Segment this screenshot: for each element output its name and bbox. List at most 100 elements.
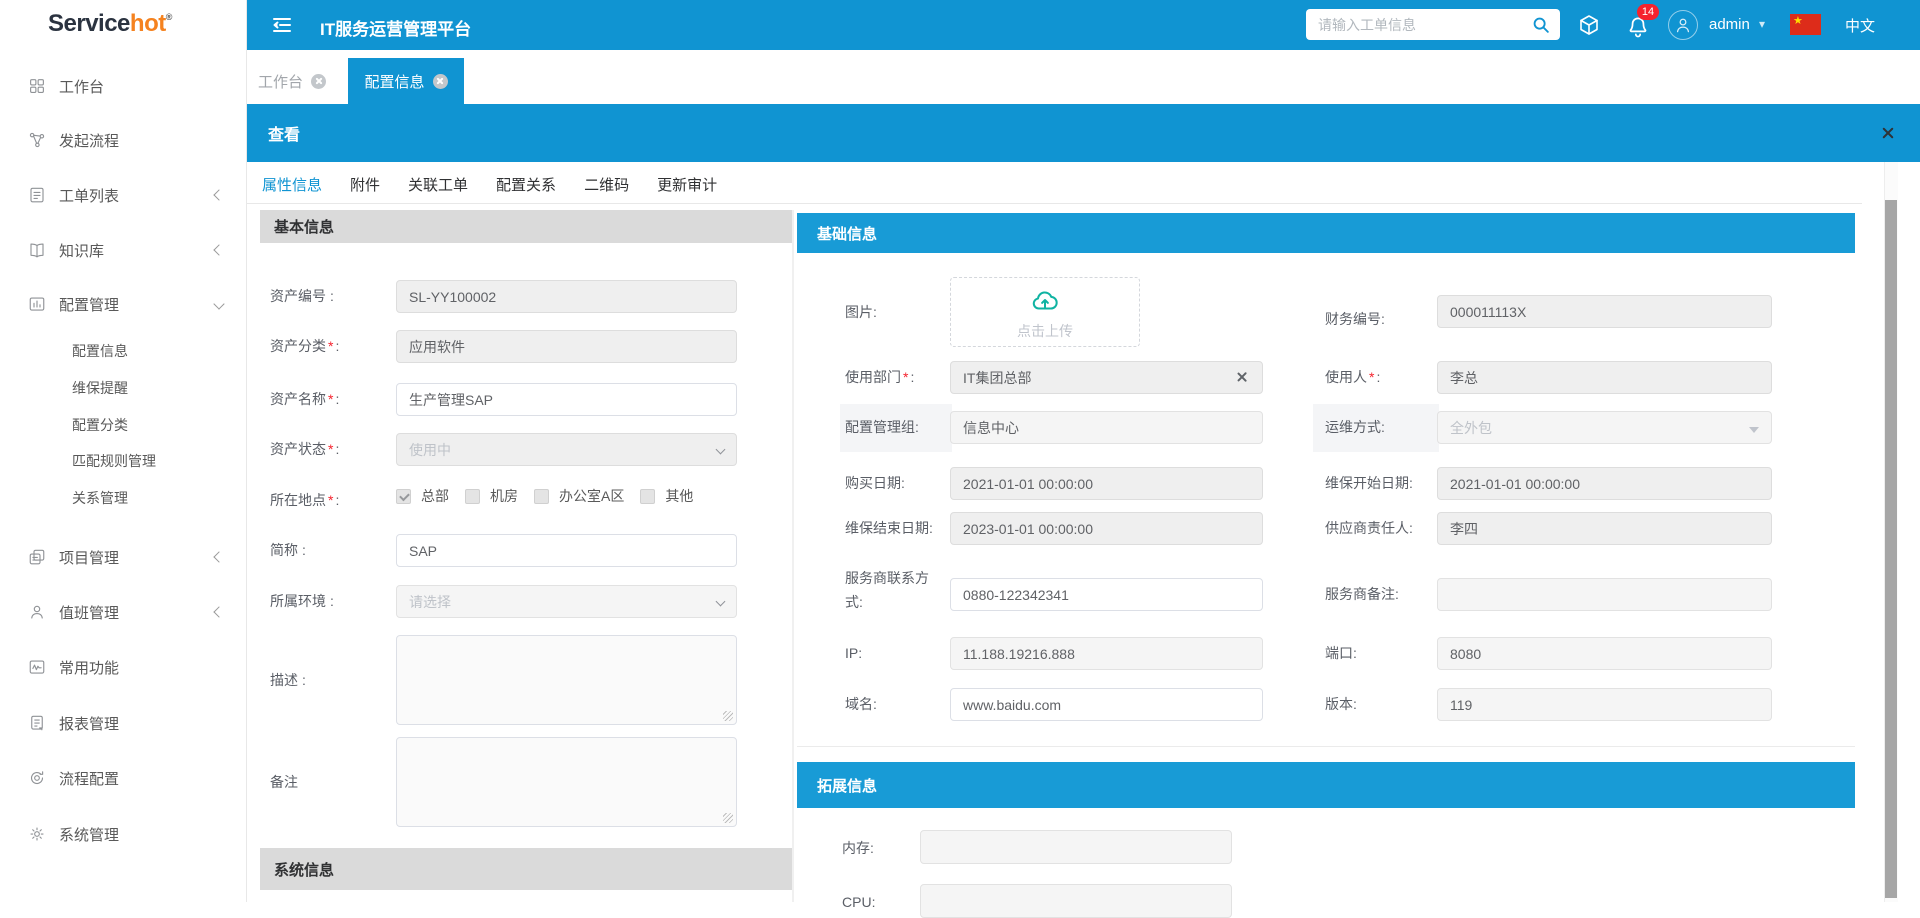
chevron-left-icon (213, 189, 224, 200)
environment-select[interactable]: 请选择 (396, 585, 737, 618)
close-tab-icon[interactable] (311, 74, 326, 89)
provider-contact-input[interactable] (950, 578, 1263, 611)
section-extended-info: 拓展信息 (797, 762, 1855, 808)
language-switch[interactable]: 中文 (1845, 15, 1875, 36)
sidebar-item-start-process[interactable]: 发起流程 (0, 128, 247, 152)
provider-remark-label: 服务商备注: (1325, 582, 1399, 606)
sidebar-item-duty-management[interactable]: 值班管理 (0, 600, 247, 624)
supplier-owner-input[interactable] (1437, 512, 1772, 545)
tab-qrcode[interactable]: 二维码 (584, 174, 629, 195)
sidebar-subitem-relation-management[interactable]: 关系管理 (72, 488, 128, 508)
asset-category-input[interactable] (396, 330, 737, 363)
ip-input[interactable] (950, 637, 1263, 670)
asset-code-label: 资产编号: (270, 284, 334, 308)
report-icon (28, 714, 46, 732)
username[interactable]: admin (1709, 16, 1750, 33)
maintenance-start-date-input[interactable] (1437, 467, 1772, 500)
tab-update-audit[interactable]: 更新审计 (657, 174, 717, 195)
asset-code-input[interactable] (396, 280, 737, 313)
sidebar-subitem-maintenance-reminder[interactable]: 维保提醒 (72, 378, 128, 398)
purchase-date-label: 购买日期: (845, 471, 905, 495)
finance-code-input[interactable] (1437, 295, 1772, 328)
checkbox-server-room[interactable] (465, 489, 480, 504)
scrollbar-thumb[interactable] (1885, 200, 1897, 898)
sidebar-item-common-functions[interactable]: 常用功能 (0, 655, 247, 679)
maintenance-end-date-label: 维保结束日期: (845, 516, 933, 540)
section-base-info: 基础信息 (797, 213, 1855, 253)
checkbox-hq[interactable] (396, 489, 411, 504)
notification-badge[interactable]: 14 (1637, 4, 1659, 20)
short-name-input[interactable] (396, 534, 737, 567)
version-label: 版本: (1325, 692, 1357, 716)
sidebar-item-label: 配置管理 (59, 294, 119, 315)
panel-gap (792, 210, 794, 902)
port-input[interactable] (1437, 637, 1772, 670)
menu-collapse-icon[interactable] (270, 13, 294, 40)
sidebar-item-config-management[interactable]: 配置管理 (0, 292, 247, 316)
divider (797, 746, 1855, 747)
sidebar-item-workbench[interactable]: 工作台 (0, 74, 247, 98)
clear-icon[interactable] (1237, 372, 1247, 382)
resize-handle[interactable] (723, 813, 733, 823)
environment-label: 所属环境: (270, 589, 334, 613)
user-label: 使用人*: (1325, 365, 1380, 389)
remark-textarea[interactable] (396, 737, 737, 827)
tab-attachment[interactable]: 附件 (350, 174, 380, 195)
logo[interactable]: Servicehot® (48, 10, 172, 42)
search-icon[interactable] (1530, 14, 1552, 36)
sidebar-item-project-management[interactable]: 项目管理 (0, 545, 247, 569)
ip-label: IP: (845, 641, 862, 665)
gear-cycle-icon (28, 769, 46, 787)
tab-workbench[interactable]: 工作台 (252, 58, 332, 104)
sidebar-item-label: 常用功能 (59, 657, 119, 678)
domain-input[interactable] (950, 688, 1263, 721)
purchase-date-input[interactable] (950, 467, 1263, 500)
sidebar-subitem-config-info[interactable]: 配置信息 (72, 341, 128, 361)
tab-related-ticket[interactable]: 关联工单 (408, 174, 468, 195)
finance-code-label: 财务编号: (1325, 307, 1385, 331)
document-list-icon (28, 186, 46, 204)
checkbox-other[interactable] (640, 489, 655, 504)
close-tab-icon[interactable] (433, 74, 448, 89)
maintenance-end-date-input[interactable] (950, 512, 1263, 545)
sidebar-item-system-management[interactable]: 系统管理 (0, 822, 247, 846)
book-icon (28, 241, 46, 259)
cpu-input[interactable] (920, 884, 1232, 918)
use-department-input[interactable]: IT集团总部 (950, 361, 1263, 394)
config-group-input[interactable] (950, 411, 1263, 444)
flag-icon: ★ (1790, 14, 1821, 35)
sidebar-item-ticket-list[interactable]: 工单列表 (0, 183, 247, 207)
sidebar-item-label: 发起流程 (59, 130, 119, 151)
tab-attribute-info[interactable]: 属性信息 (262, 174, 322, 195)
sidebar-item-label: 项目管理 (59, 547, 119, 568)
close-icon[interactable] (1880, 125, 1896, 141)
sidebar-item-report-management[interactable]: 报表管理 (0, 711, 247, 735)
ops-mode-label: 运维方式: (1325, 415, 1385, 439)
provider-remark-input[interactable] (1437, 578, 1772, 611)
version-input[interactable] (1437, 688, 1772, 721)
description-textarea[interactable] (396, 635, 737, 725)
user-input[interactable] (1437, 361, 1772, 394)
sidebar-item-knowledge-base[interactable]: 知识库 (0, 238, 247, 262)
tab-config-info[interactable]: 配置信息 (348, 58, 464, 104)
sidebar-subitem-config-category[interactable]: 配置分类 (72, 415, 128, 435)
resize-handle[interactable] (723, 711, 733, 721)
cube-apps-icon[interactable] (1577, 13, 1601, 40)
sidebar-item-process-config[interactable]: 流程配置 (0, 766, 247, 790)
logo-text-service: Service (48, 10, 130, 38)
sidebar-subitem-match-rule-management[interactable]: 匹配规则管理 (72, 451, 156, 471)
avatar[interactable] (1668, 10, 1698, 40)
tab-config-relation[interactable]: 配置关系 (496, 174, 556, 195)
image-upload-box[interactable]: 点击上传 (950, 277, 1140, 347)
ops-mode-select[interactable]: 全外包 (1437, 411, 1772, 444)
search-input[interactable] (1306, 17, 1530, 33)
memory-input[interactable] (920, 830, 1232, 864)
cloud-upload-icon (1030, 286, 1060, 316)
cpu-label: CPU: (842, 890, 875, 914)
sidebar-item-label: 系统管理 (59, 824, 119, 845)
asset-name-input[interactable] (396, 383, 737, 416)
sidebar-item-label: 工单列表 (59, 185, 119, 206)
asset-status-select[interactable]: 使用中 (396, 433, 737, 466)
checkbox-office-a[interactable] (534, 489, 549, 504)
user-caret-icon[interactable]: ▾ (1759, 17, 1765, 31)
